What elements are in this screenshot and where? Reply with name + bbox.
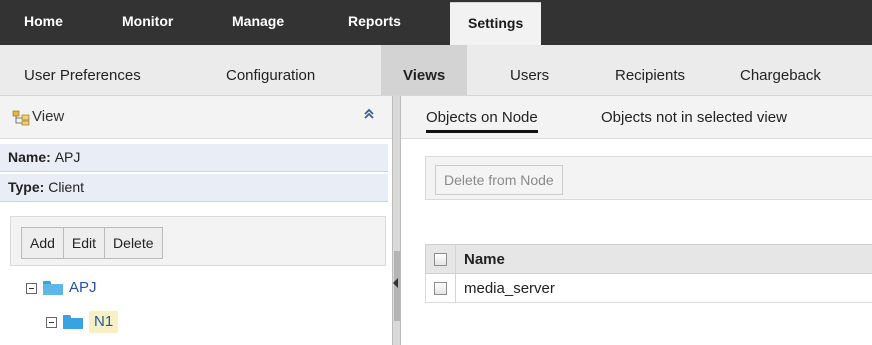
tab-settings[interactable]: Settings [450, 2, 542, 45]
tab-monitor[interactable]: Monitor [122, 0, 173, 45]
type-value: Client [48, 179, 84, 195]
tree-node-apj[interactable]: APJ [26, 277, 97, 299]
collapse-toggle-icon[interactable] [46, 316, 57, 328]
table-header: Name [425, 244, 872, 274]
objects-tabs: Objects on Node Objects not in selected … [401, 96, 872, 139]
tab-objects-on-node[interactable]: Objects on Node [426, 109, 538, 133]
name-value: APJ [54, 149, 81, 165]
view-name-row: Name: APJ [0, 144, 388, 172]
collapse-left-icon[interactable] [393, 278, 398, 288]
view-panel-header: View [0, 96, 392, 139]
subtab-recipients[interactable]: Recipients [615, 45, 685, 95]
tab-home[interactable]: Home [24, 0, 63, 45]
subtab-views[interactable]: Views [381, 45, 468, 95]
view-panel-title: View [32, 108, 65, 125]
top-nav-bar: Home Monitor Manage Reports Settings [0, 0, 872, 45]
select-all-cell [426, 245, 456, 273]
type-label: Type: [8, 179, 49, 195]
table-row[interactable]: media_server [425, 274, 872, 303]
subtab-chargeback[interactable]: Chargeback [740, 45, 821, 95]
edit-button[interactable]: Edit [64, 228, 106, 258]
row-checkbox-cell [426, 274, 456, 302]
view-tree-icon [12, 110, 30, 126]
objects-panel: Objects on Node Objects not in selected … [401, 96, 872, 345]
name-label: Name: [8, 149, 55, 165]
subtab-user-preferences[interactable]: User Preferences [24, 45, 141, 95]
subtab-configuration[interactable]: Configuration [226, 45, 315, 95]
view-panel: View Name: APJ Type: Client Add Edit Del… [0, 96, 392, 345]
select-all-checkbox[interactable] [434, 252, 447, 266]
delete-button[interactable]: Delete [105, 228, 161, 258]
folder-open-icon [43, 281, 63, 295]
collapse-up-icon[interactable] [362, 107, 378, 123]
objects-toolbar: Delete from Node [425, 156, 872, 200]
delete-from-node-button[interactable]: Delete from Node [435, 165, 563, 195]
sub-nav-bar: User Preferences Configuration Views Use… [0, 45, 872, 96]
folder-icon [63, 315, 83, 329]
view-action-buttons: Add Edit Delete [21, 227, 163, 259]
column-header-name[interactable]: Name [456, 251, 505, 268]
tab-objects-not-in-view[interactable]: Objects not in selected view [601, 109, 787, 126]
tree-node-label[interactable]: APJ [69, 277, 97, 299]
subtab-users[interactable]: Users [510, 45, 549, 95]
objects-table: Name media_server [425, 244, 872, 303]
view-toolbar: Add Edit Delete [10, 216, 386, 266]
view-type-row: Type: Client [0, 174, 388, 202]
tab-manage[interactable]: Manage [232, 0, 284, 45]
collapse-toggle-icon[interactable] [26, 282, 37, 294]
add-button[interactable]: Add [22, 228, 64, 258]
tab-reports[interactable]: Reports [348, 0, 401, 45]
tree-node-label[interactable]: N1 [89, 311, 119, 333]
tree-node-n1[interactable]: N1 [46, 311, 119, 333]
row-checkbox[interactable] [434, 281, 447, 295]
row-name: media_server [464, 279, 555, 297]
panel-splitter[interactable] [392, 96, 401, 345]
